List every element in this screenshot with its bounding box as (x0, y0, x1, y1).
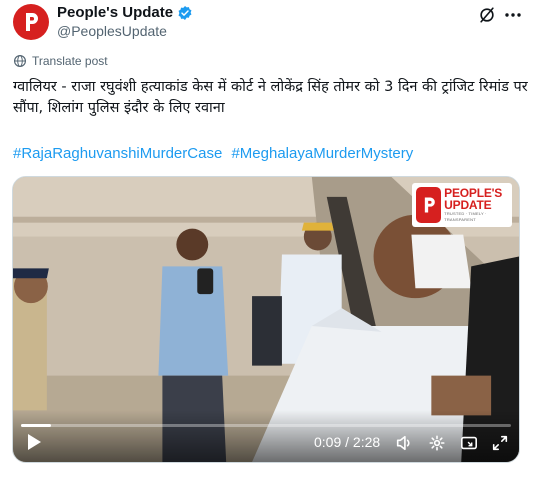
watermark-logo: PEOPLE'S UPDATE TRUSTED · TIMELY · TRANS… (412, 183, 512, 227)
progress-fill (21, 424, 51, 427)
fullscreen-icon[interactable] (491, 434, 509, 452)
hashtag-link[interactable]: #RajaRaghuvanshiMurderCase (13, 145, 222, 162)
peoples-update-logo (26, 13, 38, 31)
avatar[interactable] (13, 4, 49, 40)
video-player[interactable]: PEOPLE'S UPDATE TRUSTED · TIMELY · TRANS… (12, 176, 520, 463)
verified-badge-icon (177, 5, 193, 21)
watermark-tagline: TRUSTED · TIMELY · TRANSPARENT (444, 211, 487, 222)
picture-in-picture-icon[interactable] (460, 434, 478, 452)
translate-post-link[interactable]: Translate post (13, 54, 108, 68)
watermark-line2: UPDATE (444, 198, 492, 212)
author-handle[interactable]: @PeoplesUpdate (57, 23, 167, 39)
author-name-row: People's Update (57, 4, 193, 21)
grok-icon[interactable] (478, 6, 496, 24)
globe-icon (14, 55, 26, 67)
video-time: 0:09 / 2:28 (314, 434, 381, 450)
progress-bar[interactable] (21, 424, 511, 427)
tweet: People's Update @PeoplesUpdate Translate… (0, 0, 546, 479)
watermark-p-icon (416, 187, 442, 223)
video-controls: 0:09 / 2:28 (13, 410, 519, 462)
play-icon[interactable] (25, 432, 43, 452)
author-name[interactable]: People's Update (57, 4, 173, 21)
hashtag-link[interactable]: #MeghalayaMurderMystery (231, 145, 413, 162)
hashtags: #RajaRaghuvanshiMurderCase #MeghalayaMur… (13, 145, 418, 162)
settings-icon[interactable] (428, 434, 446, 452)
volume-icon[interactable] (395, 434, 413, 452)
translate-label: Translate post (32, 54, 108, 68)
tweet-text: ग्वालियर - राजा रघुवंशी हत्याकांड केस मे… (13, 79, 528, 116)
more-icon[interactable] (503, 6, 523, 24)
